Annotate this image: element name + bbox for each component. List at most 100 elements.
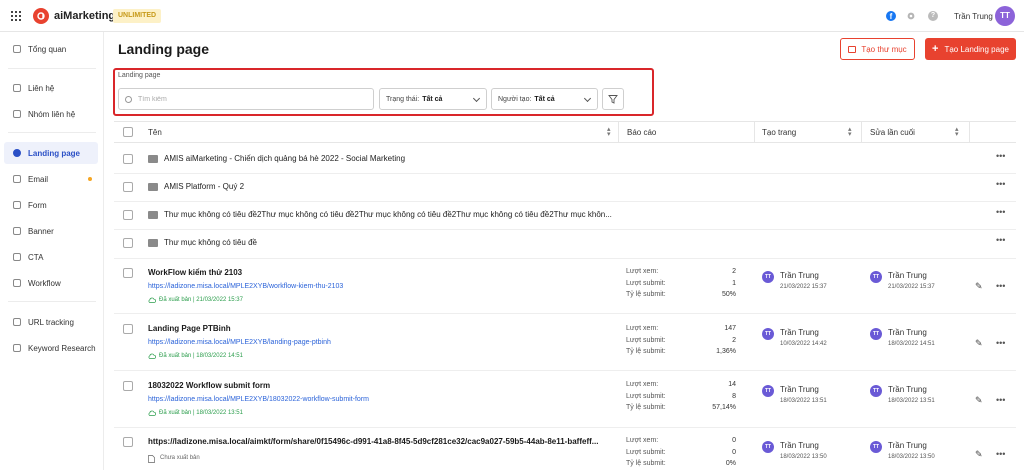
more-icon[interactable]: •••: [996, 338, 1005, 348]
landing-page-title[interactable]: 18032022 Workflow submit form: [148, 381, 270, 390]
views-value: 14: [728, 381, 736, 388]
column-header-created[interactable]: Tạo trang: [762, 128, 796, 137]
app-grid-icon[interactable]: [11, 11, 21, 21]
create-folder-button[interactable]: Tạo thư mục: [840, 38, 915, 60]
folder-icon: [148, 239, 158, 247]
row-checkbox[interactable]: [123, 182, 133, 192]
landing-page-title[interactable]: https://ladizone.misa.local/aimkt/form/s…: [148, 437, 616, 446]
facebook-icon[interactable]: f: [886, 11, 896, 21]
row-checkbox[interactable]: [123, 154, 133, 164]
sidebar-item-contacts[interactable]: Liên hệ: [4, 77, 98, 99]
avatar: TT: [762, 385, 774, 397]
landing-page-url[interactable]: https://ladizone.misa.local/MPLE2XYB/wor…: [148, 283, 343, 290]
edit-icon[interactable]: ✎: [975, 395, 983, 406]
status-select[interactable]: Trạng thái: Tất cả: [379, 88, 487, 110]
more-icon[interactable]: •••: [996, 449, 1005, 459]
logo-icon[interactable]: [33, 8, 49, 24]
creator-select[interactable]: Người tạo: Tất cả: [491, 88, 598, 110]
sidebar-item-overview[interactable]: Tổng quan: [4, 38, 98, 60]
submit-rate-value: 1,36%: [716, 348, 736, 355]
created-at: 18/03/2022 13:51: [780, 398, 827, 404]
more-icon[interactable]: •••: [996, 281, 1005, 291]
edited-at: 21/03/2022 15:37: [888, 284, 935, 290]
sidebar-item-cta[interactable]: CTA: [4, 246, 98, 268]
row-checkbox[interactable]: [123, 381, 133, 391]
landing-page-title[interactable]: WorkFlow kiểm thử 2103: [148, 268, 242, 277]
more-icon[interactable]: •••: [996, 395, 1005, 405]
row-checkbox[interactable]: [123, 324, 133, 334]
logo-text[interactable]: aiMarketing: [54, 10, 115, 22]
row-divider: [114, 173, 1016, 174]
create-landing-page-button[interactable]: + Tạo Landing page: [925, 38, 1016, 60]
help-icon[interactable]: ?: [928, 11, 938, 21]
folder-name[interactable]: Thư mục không có tiêu đề: [164, 238, 614, 247]
avatar: TT: [762, 271, 774, 283]
row-checkbox[interactable]: [123, 210, 133, 220]
sidebar-item-email[interactable]: Email: [4, 168, 98, 190]
landing-page-title[interactable]: Landing Page PTBinh: [148, 324, 231, 333]
views-value: 0: [732, 437, 736, 444]
submits-label: Lượt submit:: [626, 449, 666, 456]
row-divider: [114, 258, 1016, 259]
edited-by: Trần Trung: [888, 328, 927, 337]
row-checkbox[interactable]: [123, 238, 133, 248]
edit-icon[interactable]: ✎: [975, 281, 983, 292]
sidebar-item-workflow[interactable]: Workflow: [4, 272, 98, 294]
user-name[interactable]: Trần Trung: [954, 12, 993, 21]
advanced-filter-button[interactable]: [602, 88, 624, 110]
row-checkbox[interactable]: [123, 268, 133, 278]
create-folder-label: Tạo thư mục: [861, 44, 907, 54]
sort-icon[interactable]: ▴ ▾: [607, 126, 611, 138]
column-divider: [618, 122, 619, 143]
submit-rate-value: 50%: [721, 291, 736, 298]
landing-page-url[interactable]: https://ladizone.misa.local/MPLE2XYB/180…: [148, 396, 369, 403]
views-label: Lượt xem:: [626, 268, 659, 275]
sort-icon[interactable]: ▴ ▾: [955, 126, 959, 138]
column-header-name[interactable]: Tên: [148, 128, 162, 137]
submits-label: Lượt submit:: [626, 280, 666, 287]
sidebar-item-contact-groups[interactable]: Nhóm liên hệ: [4, 103, 98, 125]
row-divider: [114, 229, 1016, 230]
select-all-checkbox[interactable]: [123, 127, 133, 137]
created-by: Trần Trung: [780, 385, 819, 394]
top-bar: aiMarketing UNLIMITED f ? Trần Trung TT: [0, 0, 1024, 32]
folder-plus-icon: [848, 45, 857, 53]
sidebar-item-label: URL tracking: [28, 317, 74, 327]
row-checkbox[interactable]: [123, 437, 133, 447]
sidebar-item-keyword-research[interactable]: Keyword Research: [4, 337, 98, 359]
column-divider: [861, 122, 862, 143]
folder-name[interactable]: AMIS Platform - Quý 2: [164, 182, 614, 191]
landing-page-url[interactable]: https://ladizone.misa.local/MPLE2XYB/lan…: [148, 339, 331, 346]
more-icon[interactable]: •••: [996, 151, 1005, 161]
sidebar-divider: [8, 301, 96, 302]
folder-name[interactable]: Thư mục không có tiêu đề2Thư mục không c…: [164, 210, 616, 219]
sidebar-divider: [8, 68, 96, 69]
edit-icon[interactable]: ✎: [975, 338, 983, 349]
more-icon[interactable]: •••: [996, 235, 1005, 245]
sidebar-item-url-tracking[interactable]: URL tracking: [4, 311, 98, 333]
sort-icon[interactable]: ▴ ▾: [848, 126, 852, 138]
sidebar-item-landing-page[interactable]: Landing page: [4, 142, 98, 164]
publish-status: Đã xuất bản | 18/03/2022 14:51: [159, 353, 243, 359]
chevron-down-icon: [472, 94, 481, 103]
more-icon[interactable]: •••: [996, 179, 1005, 189]
edit-icon[interactable]: ✎: [975, 449, 983, 460]
sidebar-item-banner[interactable]: Banner: [4, 220, 98, 242]
contacts-icon: [13, 84, 21, 92]
contact-groups-icon: [13, 110, 21, 118]
avatar: TT: [870, 271, 882, 283]
sidebar-item-label: CTA: [28, 252, 44, 262]
sidebar-item-form[interactable]: Form: [4, 194, 98, 216]
avatar[interactable]: TT: [995, 6, 1015, 26]
search-box[interactable]: [118, 88, 374, 110]
more-icon[interactable]: •••: [996, 207, 1005, 217]
cloud-check-icon: [148, 353, 156, 359]
sidebar-item-label: Landing page: [28, 148, 80, 158]
column-header-last-edited[interactable]: Sửa lần cuối: [870, 128, 915, 137]
search-input[interactable]: [138, 95, 358, 103]
gear-icon[interactable]: [906, 11, 916, 21]
submit-rate-label: Tỷ lệ submit:: [626, 291, 666, 298]
folder-name[interactable]: AMIS aiMarketing - Chiến dịch quảng bá h…: [164, 154, 614, 163]
form-icon: [13, 201, 21, 209]
status-select-label: Trạng thái:: [386, 95, 420, 103]
